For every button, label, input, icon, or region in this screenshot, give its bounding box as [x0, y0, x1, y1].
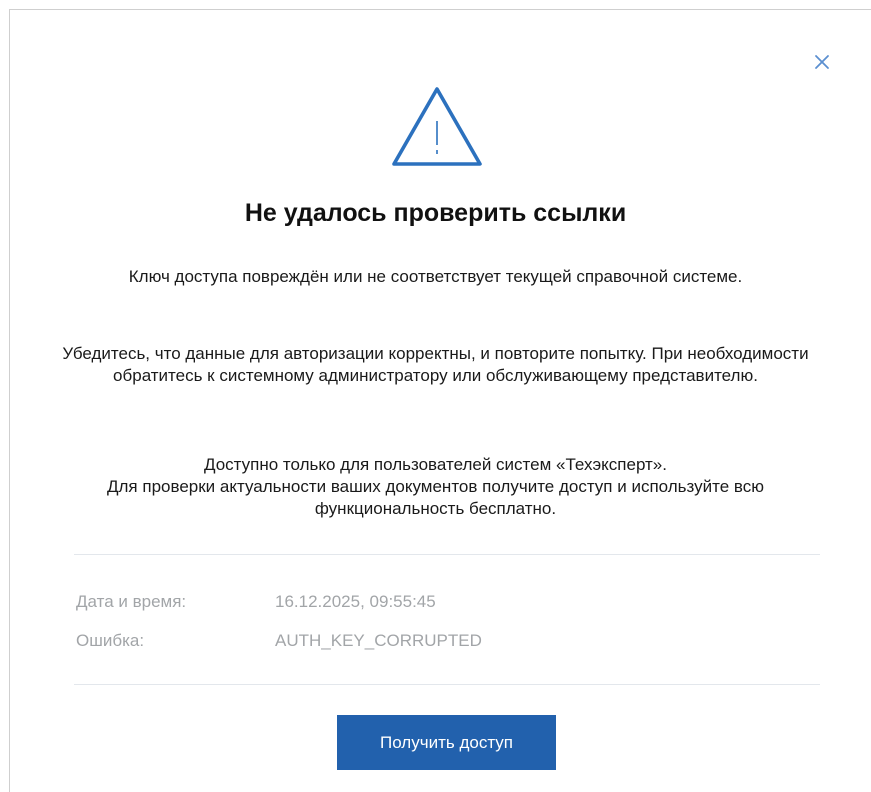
message-key-damaged: Ключ доступа повреждён или не соответств…	[128, 267, 743, 286]
message-access-line-1: Доступно только для пользователей систем…	[204, 455, 667, 474]
divider-top	[74, 554, 820, 555]
error-label: Ошибка:	[76, 631, 145, 650]
get-access-button[interactable]: Получить доступ	[337, 715, 556, 770]
message-check-credentials: Убедитесь, что данные для авторизации ко…	[62, 344, 809, 385]
close-button[interactable]	[811, 51, 833, 73]
message-access-line-2: Для проверки актуальности ваших документ…	[107, 477, 764, 518]
message-access-info: Доступно только для пользователей систем…	[60, 454, 811, 520]
close-icon	[815, 55, 829, 69]
date-time-label: Дата и время:	[76, 592, 187, 611]
warning-triangle-icon	[392, 87, 482, 166]
dialog-title: Не удалось проверить ссылки	[244, 199, 627, 227]
error-code-value: AUTH_KEY_CORRUPTED	[275, 631, 482, 650]
divider-bottom	[74, 684, 820, 685]
date-time-value: 16.12.2025, 09:55:45	[275, 592, 436, 611]
